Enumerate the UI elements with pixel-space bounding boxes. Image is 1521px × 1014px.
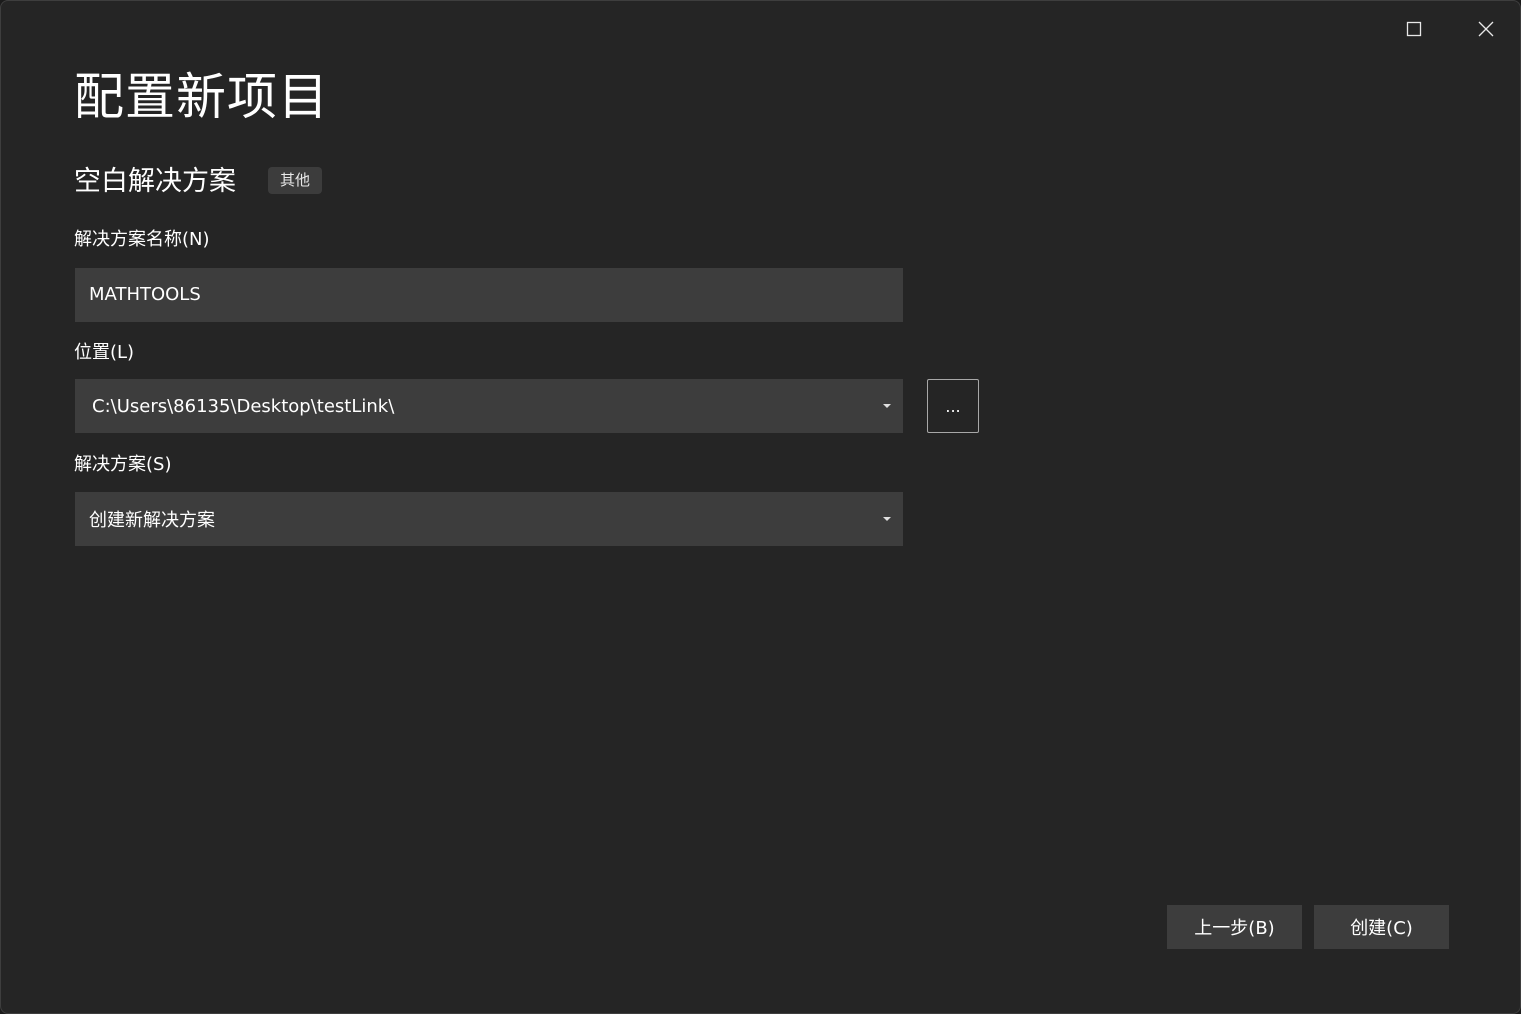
solution-label: 解决方案(S) — [74, 454, 172, 475]
solution-combobox[interactable]: 创建新解决方案 — [75, 492, 903, 546]
page-title: 配置新项目 — [74, 68, 329, 126]
create-button[interactable]: 创建(C) — [1314, 905, 1449, 949]
chevron-down-icon — [883, 404, 891, 408]
solution-value: 创建新解决方案 — [89, 510, 215, 531]
solution-name-input[interactable] — [75, 268, 903, 322]
maximize-icon — [1406, 21, 1422, 37]
template-name: 空白解决方案 — [74, 166, 236, 197]
close-icon — [1478, 21, 1494, 37]
location-label: 位置(L) — [74, 342, 135, 363]
location-value: C:\Users\86135\Desktop\testLink\ — [92, 395, 395, 417]
maximize-button[interactable] — [1391, 9, 1437, 49]
location-combobox[interactable]: C:\Users\86135\Desktop\testLink\ — [75, 379, 903, 433]
browse-button[interactable]: ... — [927, 379, 979, 433]
close-button[interactable] — [1463, 9, 1509, 49]
back-button[interactable]: 上一步(B) — [1167, 905, 1302, 949]
chevron-down-icon — [883, 517, 891, 521]
solution-name-label: 解决方案名称(N) — [74, 229, 210, 250]
template-tag: 其他 — [268, 167, 323, 194]
configure-project-dialog: 配置新项目 空白解决方案 其他 解决方案名称(N) 位置(L) C:\Users… — [0, 0, 1521, 1014]
